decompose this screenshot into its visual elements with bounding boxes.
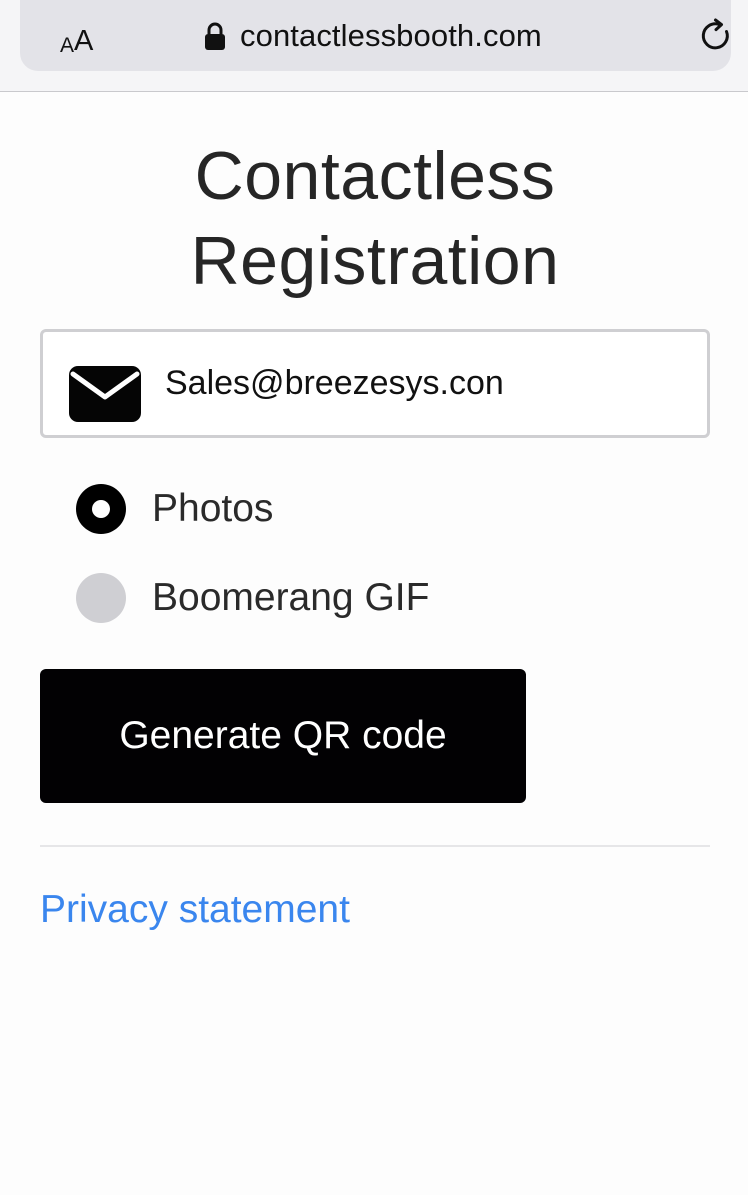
text-size-large-glyph: A [74,25,94,57]
radio-option-photos[interactable]: Photos [76,481,273,537]
page-title: Contactless Registration [40,134,710,304]
privacy-statement-link[interactable]: Privacy statement [40,888,350,932]
reload-icon[interactable] [698,18,734,54]
generate-qr-code-button[interactable]: Generate QR code [40,669,526,803]
radio-button-boomerang-gif[interactable] [76,573,126,623]
envelope-icon [69,366,141,422]
radio-label-boomerang-gif[interactable]: Boomerang GIF [152,576,429,620]
radio-option-boomerang-gif[interactable]: Boomerang GIF [76,570,429,626]
email-field[interactable]: Sales@breezesys.con [40,329,710,438]
url-display[interactable]: contactlessbooth.com [204,15,542,57]
divider [40,845,710,847]
browser-toolbar: A A contactlessbooth.com [0,0,748,92]
text-size-small-glyph: A [60,34,75,57]
lock-icon [205,22,225,50]
email-value: Sales@breezesys.con [165,364,504,402]
radio-button-photos[interactable] [76,484,126,534]
address-bar[interactable]: A A contactlessbooth.com [20,0,731,71]
page-title-line-1: Contactless [194,138,556,214]
radio-selected-dot [92,500,110,518]
url-text: contactlessbooth.com [240,18,542,53]
page-title-line-2: Registration [190,223,560,299]
text-size-button[interactable]: A A [60,20,104,57]
radio-label-photos[interactable]: Photos [152,487,273,531]
